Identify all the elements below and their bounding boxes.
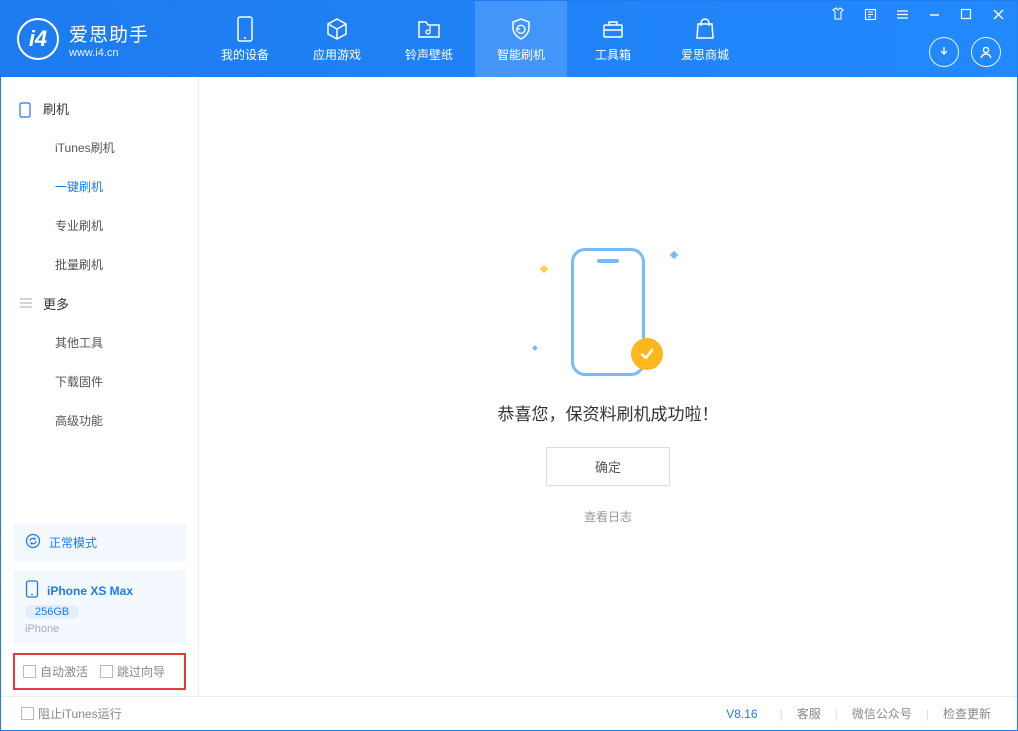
- sidebar-group-more: 更多: [1, 284, 198, 323]
- device-storage-badge: 256GB: [25, 605, 79, 619]
- app-name: 爱思助手: [69, 20, 149, 47]
- support-link[interactable]: 客服: [791, 705, 827, 722]
- header: i4 爱思助手 www.i4.cn 我的设备 应用游戏 铃声壁纸 智能刷机: [1, 1, 1017, 77]
- app-window: i4 爱思助手 www.i4.cn 我的设备 应用游戏 铃声壁纸 智能刷机: [0, 0, 1018, 731]
- nav-apps[interactable]: 应用游戏: [291, 1, 383, 77]
- result-message: 恭喜您，保资料刷机成功啦！: [498, 400, 719, 425]
- check-icon: [631, 338, 663, 370]
- ok-button[interactable]: 确定: [546, 447, 670, 486]
- body: 刷机 iTunes刷机 一键刷机 专业刷机 批量刷机 更多 其他工具 下载固件 …: [1, 77, 1017, 696]
- sync-icon: [25, 533, 41, 552]
- update-link[interactable]: 检查更新: [937, 705, 997, 722]
- status-bar: 阻止iTunes运行 V8.16 | 客服 | 微信公众号 | 检查更新: [1, 696, 1017, 730]
- logo-icon: i4: [17, 18, 59, 60]
- sidebar: 刷机 iTunes刷机 一键刷机 专业刷机 批量刷机 更多 其他工具 下载固件 …: [1, 77, 199, 696]
- sidebar-item-pro-flash[interactable]: 专业刷机: [1, 206, 198, 245]
- sidebar-item-oneclick-flash[interactable]: 一键刷机: [1, 167, 198, 206]
- maximize-button[interactable]: [953, 3, 979, 25]
- device-type: iPhone: [25, 623, 59, 635]
- checkbox-block-itunes[interactable]: 阻止iTunes运行: [21, 705, 122, 722]
- device-mode-card[interactable]: 正常模式: [13, 523, 186, 562]
- sidebar-item-batch-flash[interactable]: 批量刷机: [1, 245, 198, 284]
- download-button[interactable]: [929, 37, 959, 67]
- mode-label: 正常模式: [49, 534, 97, 551]
- sidebar-group-flash: 刷机: [1, 89, 198, 128]
- success-illustration: [533, 248, 683, 378]
- user-button[interactable]: [971, 37, 1001, 67]
- phone-icon: [232, 16, 258, 42]
- device-phone-icon: [25, 580, 39, 601]
- checkbox-auto-activate[interactable]: 自动激活: [23, 663, 88, 680]
- nav-store[interactable]: 爱思商城: [659, 1, 751, 77]
- app-url: www.i4.cn: [69, 47, 149, 59]
- view-log-link[interactable]: 查看日志: [584, 508, 632, 525]
- nav-device[interactable]: 我的设备: [199, 1, 291, 77]
- top-nav: 我的设备 应用游戏 铃声壁纸 智能刷机 工具箱 爱思商城: [199, 1, 751, 77]
- minimize-button[interactable]: [921, 3, 947, 25]
- wechat-link[interactable]: 微信公众号: [846, 705, 918, 722]
- sidebar-item-download-fw[interactable]: 下载固件: [1, 362, 198, 401]
- window-controls: [825, 3, 1011, 25]
- sidebar-item-advanced[interactable]: 高级功能: [1, 401, 198, 440]
- options-highlight-box: 自动激活 跳过向导: [13, 653, 186, 690]
- main-panel: 恭喜您，保资料刷机成功啦！ 确定 查看日志: [199, 77, 1017, 696]
- phone-outline-icon: [19, 102, 33, 116]
- nav-ringtone[interactable]: 铃声壁纸: [383, 1, 475, 77]
- checkbox-skip-wizard[interactable]: 跳过向导: [100, 663, 165, 680]
- shirt-icon[interactable]: [825, 3, 851, 25]
- header-actions: [929, 37, 1001, 67]
- logo: i4 爱思助手 www.i4.cn: [1, 1, 199, 77]
- bag-icon: [692, 16, 718, 42]
- shield-refresh-icon: [508, 16, 534, 42]
- menu-icon[interactable]: [889, 3, 915, 25]
- version-label: V8.16: [726, 707, 757, 721]
- device-card[interactable]: iPhone XS Max 256GB iPhone: [13, 570, 186, 645]
- note-icon[interactable]: [857, 3, 883, 25]
- music-folder-icon: [416, 16, 442, 42]
- nav-toolbox[interactable]: 工具箱: [567, 1, 659, 77]
- nav-flash[interactable]: 智能刷机: [475, 1, 567, 77]
- sidebar-item-itunes-flash[interactable]: iTunes刷机: [1, 128, 198, 167]
- toolbox-icon: [600, 16, 626, 42]
- device-name: iPhone XS Max: [47, 584, 133, 598]
- cube-icon: [324, 16, 350, 42]
- close-button[interactable]: [985, 3, 1011, 25]
- list-icon: [19, 297, 33, 311]
- sidebar-item-other-tools[interactable]: 其他工具: [1, 323, 198, 362]
